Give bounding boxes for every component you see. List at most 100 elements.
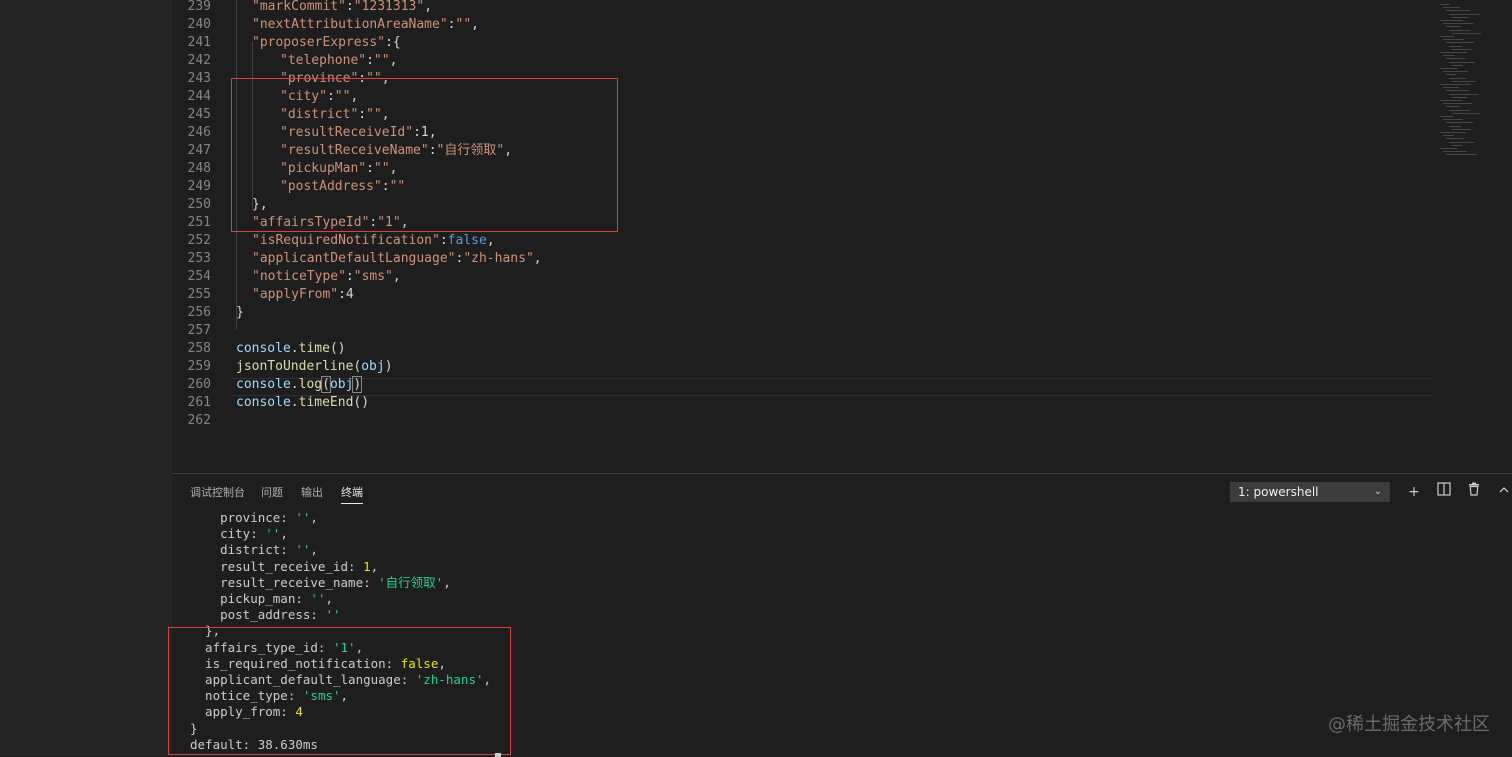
split-icon [1437,482,1451,496]
terminal-cursor [495,753,501,757]
code-token: . [290,395,299,410]
code-line: 261 console.timeEnd() [172,394,1432,412]
code-token: } [236,305,244,320]
code-line: 259 jsonToUnderline(obj) [172,358,1432,376]
minimap-line [1440,100,1462,101]
minimap-line [1452,96,1467,98]
minimap[interactable] [1438,0,1512,170]
minimap-line [1443,7,1460,9]
terminal-token: , [370,558,379,574]
code-token: "markCommit" [252,0,346,14]
code-token: : [345,0,354,14]
code-text: "proposerExpress":{ [252,34,401,52]
minimap-line [1449,93,1479,95]
minimap-line [1443,103,1472,105]
code-token: : [439,233,448,248]
minimap-line [1452,16,1468,18]
line-number: 241 [187,35,211,50]
code-line: 240 "nextAttributionAreaName":"", [172,16,1432,34]
minimap-line [1446,10,1470,12]
code-token: log [298,377,323,392]
code-editor[interactable]: 239 "markCommit":"1231313", 240 "nextAttrib… [172,0,1512,473]
split-terminal-button[interactable] [1434,482,1454,502]
code-token: "applyFrom" [252,287,339,302]
terminal-token: province: [190,510,296,525]
line-number: 248 [187,161,211,176]
code-line: 260 console.log(obj) [172,376,1432,394]
code-token: console [236,395,291,410]
terminal-line: pickup_man: '', [190,591,333,607]
code-text: "markCommit":"1231313", [252,0,432,16]
code-token: "isRequiredNotification" [252,233,440,248]
line-number: 255 [187,287,211,302]
new-terminal-button[interactable]: + [1404,482,1424,502]
minimap-line [1443,55,1455,57]
terminal-token: 1 [363,558,371,574]
code-token: "noticeType" [252,269,346,284]
code-token: , [424,0,433,14]
terminal-token: , [325,591,334,606]
code-text: console.log(obj) [236,376,363,394]
code-token: false [447,233,487,248]
watermark: @稀土掘金技术社区 [1328,714,1490,735]
line-number: 239 [187,0,211,14]
code-token: "1231313" [353,0,425,14]
code-line: 239 "markCommit":"1231313", [172,0,1432,16]
minimap-line [1446,42,1474,44]
minimap-line [1452,80,1476,82]
code-line: 254 "noticeType":"sms", [172,268,1432,286]
minimap-line [1440,68,1458,69]
line-number: 254 [187,269,211,284]
chevron-down-icon: ⌄ [1373,486,1382,497]
code-token: () [353,395,370,410]
code-text: console.time() [236,340,346,358]
line-number: 262 [187,413,211,428]
code-token: :4 [338,287,354,302]
code-token: . [290,341,299,356]
code-token: obj [361,359,385,374]
code-line: 253 "applicantDefaultLanguage":"zh-hans", [172,250,1432,268]
line-number: 244 [187,89,211,104]
tab-debug-console[interactable]: 调试控制台 [190,484,245,500]
code-token: , [392,269,401,284]
minimap-line [1440,84,1471,85]
code-token: jsonToUnderline [236,359,354,374]
minimap-line [1446,74,1456,76]
terminal-line: city: '', [190,526,288,542]
code-text: "telephone":"", [280,52,397,70]
code-token: time [298,341,330,356]
tab-terminal[interactable]: 终端 [341,484,363,504]
line-number: 250 [187,197,211,212]
code-token: obj [329,377,354,392]
code-token: ) [384,359,393,374]
line-number: 240 [187,17,211,32]
line-number: 251 [187,215,211,230]
trash-icon [1469,482,1479,496]
minimap-line [1449,141,1474,143]
minimap-line [1440,148,1457,149]
terminal-token: '' [265,526,281,542]
code-token: ( [321,376,331,393]
line-number: 242 [187,53,211,68]
code-token: timeEnd [298,395,354,410]
code-token: console [236,341,291,356]
tab-problems[interactable]: 问题 [261,484,283,500]
minimap-line [1449,61,1475,63]
code-token: , [471,17,479,32]
code-text: "applyFrom":4 [252,286,354,304]
minimap-line [1443,39,1464,41]
line-number: 253 [187,251,211,266]
code-line: 242 "telephone":"", [172,52,1432,70]
kill-terminal-button[interactable] [1464,482,1484,502]
terminal-select[interactable]: 1: powershell ⌄ [1230,482,1390,502]
minimap-line [1449,13,1480,15]
maximize-panel-button[interactable] [1494,482,1512,502]
tab-output[interactable]: 输出 [301,484,323,500]
highlight-annotation-box [231,78,618,232]
minimap-line [1446,26,1461,28]
code-token: "" [455,17,472,32]
code-token: , [533,251,542,266]
code-token: "proposerExpress" [252,35,386,50]
line-number: 258 [187,341,211,356]
terminal-token: '' [325,607,341,623]
